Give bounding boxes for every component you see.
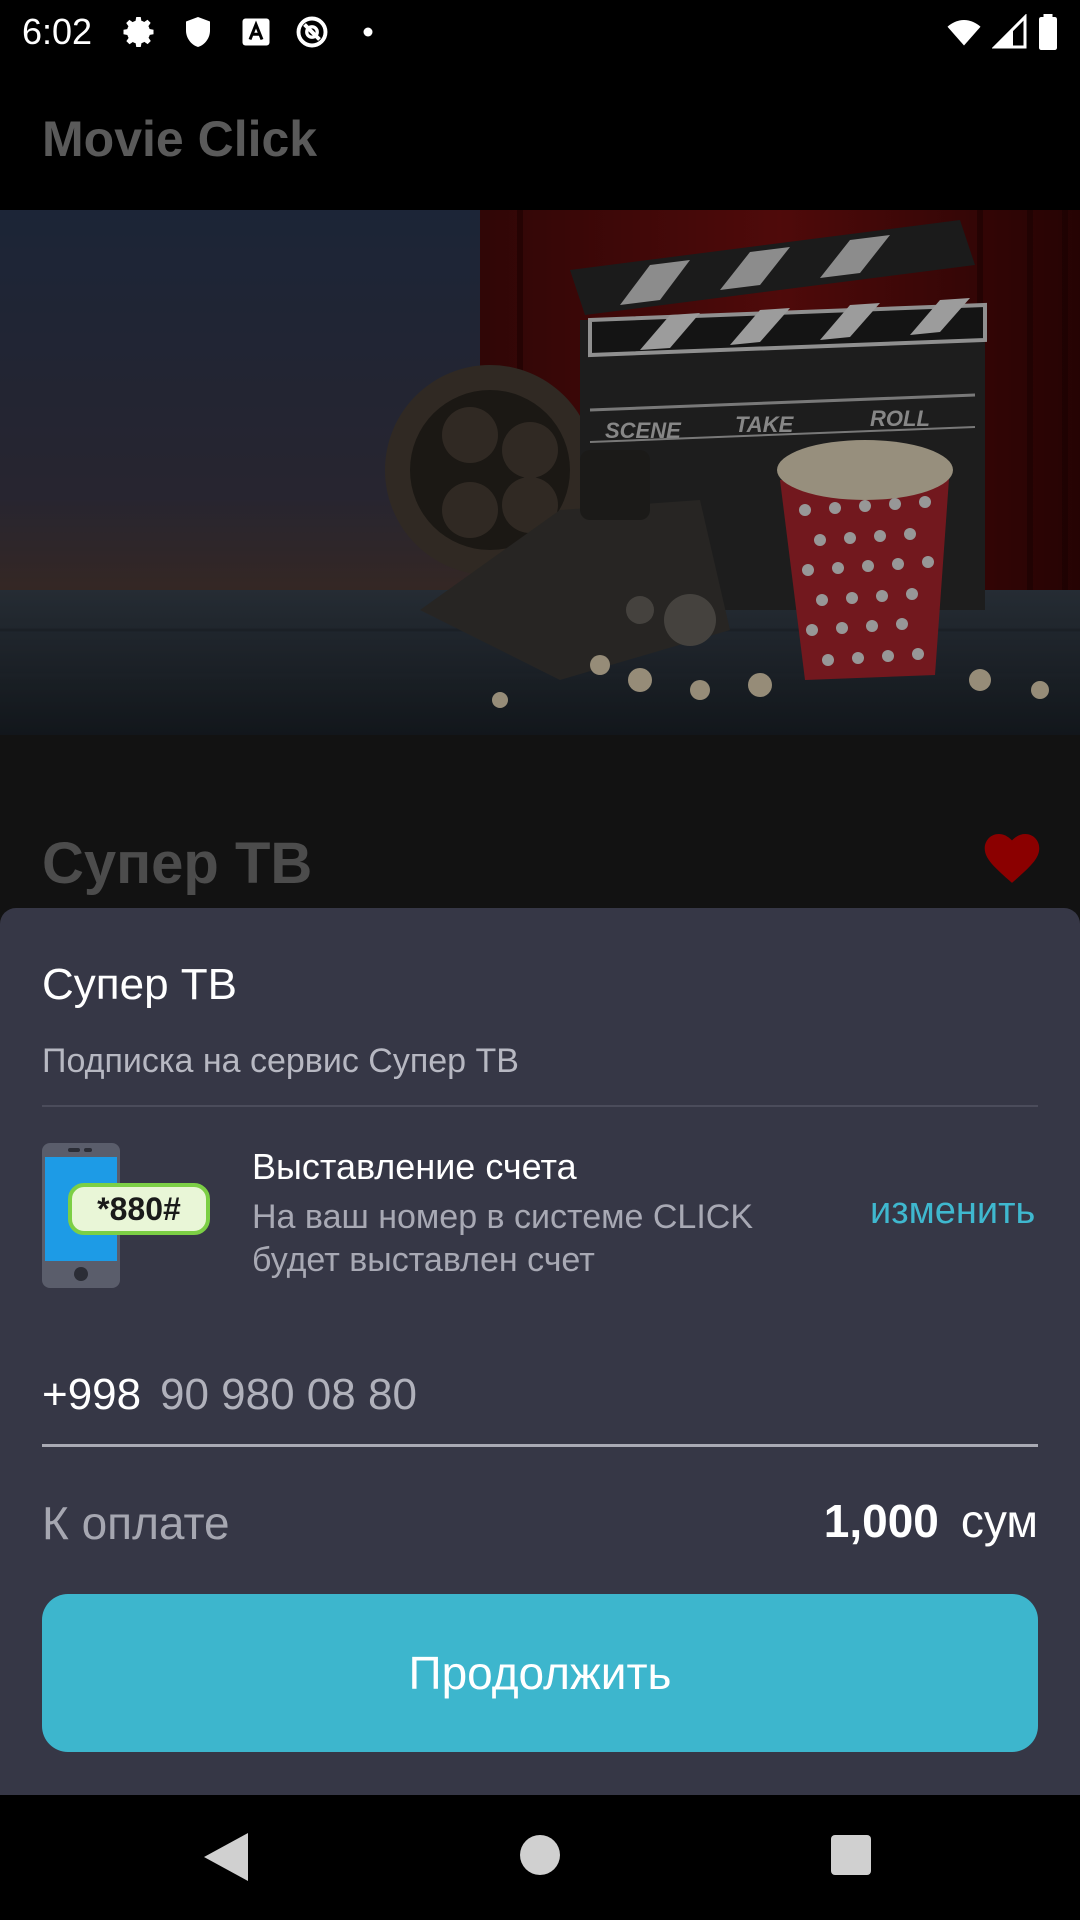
hero-dim-overlay	[0, 210, 1080, 735]
battery-icon	[1039, 14, 1057, 50]
wifi-icon	[947, 20, 981, 46]
home-icon[interactable]	[520, 1835, 560, 1875]
amount-value: 1,000	[823, 1495, 939, 1547]
sheet-subtitle: Подписка на сервис Супер ТВ	[42, 1042, 519, 1080]
payment-bottom-sheet: Супер ТВ Подписка на сервис Супер ТВ *88…	[0, 908, 1080, 1795]
divider	[42, 1105, 1038, 1107]
recents-icon[interactable]	[831, 1835, 871, 1875]
change-button[interactable]: изменить	[870, 1190, 1035, 1233]
notification-dot-icon	[363, 27, 373, 37]
phone-input[interactable]: +998 90 980 08 80	[42, 1360, 1038, 1447]
phone-prefix: +998	[42, 1370, 142, 1419]
shield-icon	[186, 17, 210, 47]
settings-icon	[123, 17, 154, 47]
favorite-heart-icon[interactable]	[984, 834, 1040, 884]
hero-image: SCENE TAKE ROLL	[0, 210, 1080, 735]
do-not-disturb-icon	[296, 16, 328, 48]
status-time: 6:02	[22, 11, 93, 52]
service-title: Супер ТВ	[42, 831, 313, 896]
payment-label: К оплате	[42, 1497, 230, 1549]
navigation-bar	[0, 1795, 1080, 1920]
app-bar: Movie Click	[0, 64, 1080, 210]
payment-amount: 1,000 сум	[824, 1494, 1038, 1548]
status-bar: 6:02	[0, 0, 1080, 64]
back-icon[interactable]	[204, 1833, 248, 1881]
billing-title: Выставление счета	[252, 1146, 577, 1187]
font-a-icon	[242, 18, 270, 46]
ussd-code: *880#	[97, 1191, 181, 1227]
currency: сум	[960, 1495, 1038, 1547]
billing-description: На ваш номер в системе CLICK будет выста…	[252, 1198, 754, 1279]
phone-number[interactable]: 90 980 08 80	[160, 1370, 417, 1420]
continue-button[interactable]: Продолжить	[42, 1594, 1038, 1752]
signal-icon	[992, 14, 1027, 49]
app-title: Movie Click	[42, 111, 318, 167]
sheet-title: Супер ТВ	[42, 960, 237, 1009]
phone-ussd-icon: *880#	[42, 1143, 210, 1288]
